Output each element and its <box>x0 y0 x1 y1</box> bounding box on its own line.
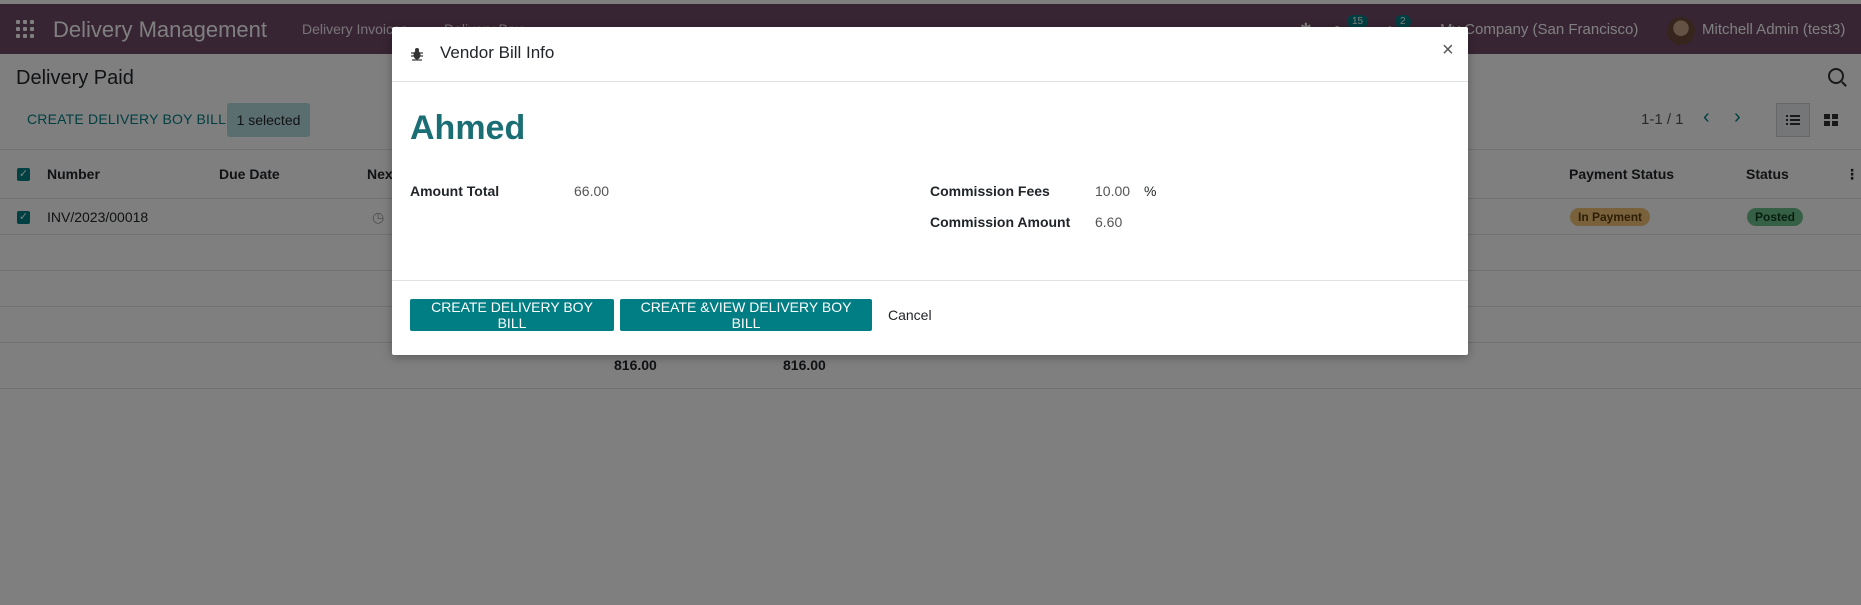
commission-amount-value: 6.60 <box>1095 214 1123 230</box>
close-icon[interactable]: × <box>1442 39 1454 62</box>
vendor-bill-dialog: Vendor Bill Info × Ahmed Amount Total 66… <box>392 27 1468 355</box>
modal-header: Vendor Bill Info × <box>392 27 1468 82</box>
create-delivery-boy-bill-button[interactable]: CREATE DELIVERY BOY BILL <box>410 299 614 331</box>
amount-total-value: 66.00 <box>574 183 610 199</box>
amount-total-label: Amount Total <box>410 183 500 199</box>
create-view-delivery-boy-bill-button[interactable]: CREATE &VIEW DELIVERY BOY BILL <box>620 299 872 331</box>
commission-amount-label: Commission Amount <box>930 214 1071 230</box>
commission-fees-label: Commission Fees <box>930 183 1050 199</box>
cancel-button[interactable]: Cancel <box>888 307 932 323</box>
record-name: Ahmed <box>410 109 526 147</box>
commission-fees-unit: % <box>1144 183 1157 199</box>
modal-title: Vendor Bill Info <box>440 43 555 62</box>
bug-icon <box>410 47 424 61</box>
commission-fees-value: 10.00 <box>1095 183 1131 199</box>
